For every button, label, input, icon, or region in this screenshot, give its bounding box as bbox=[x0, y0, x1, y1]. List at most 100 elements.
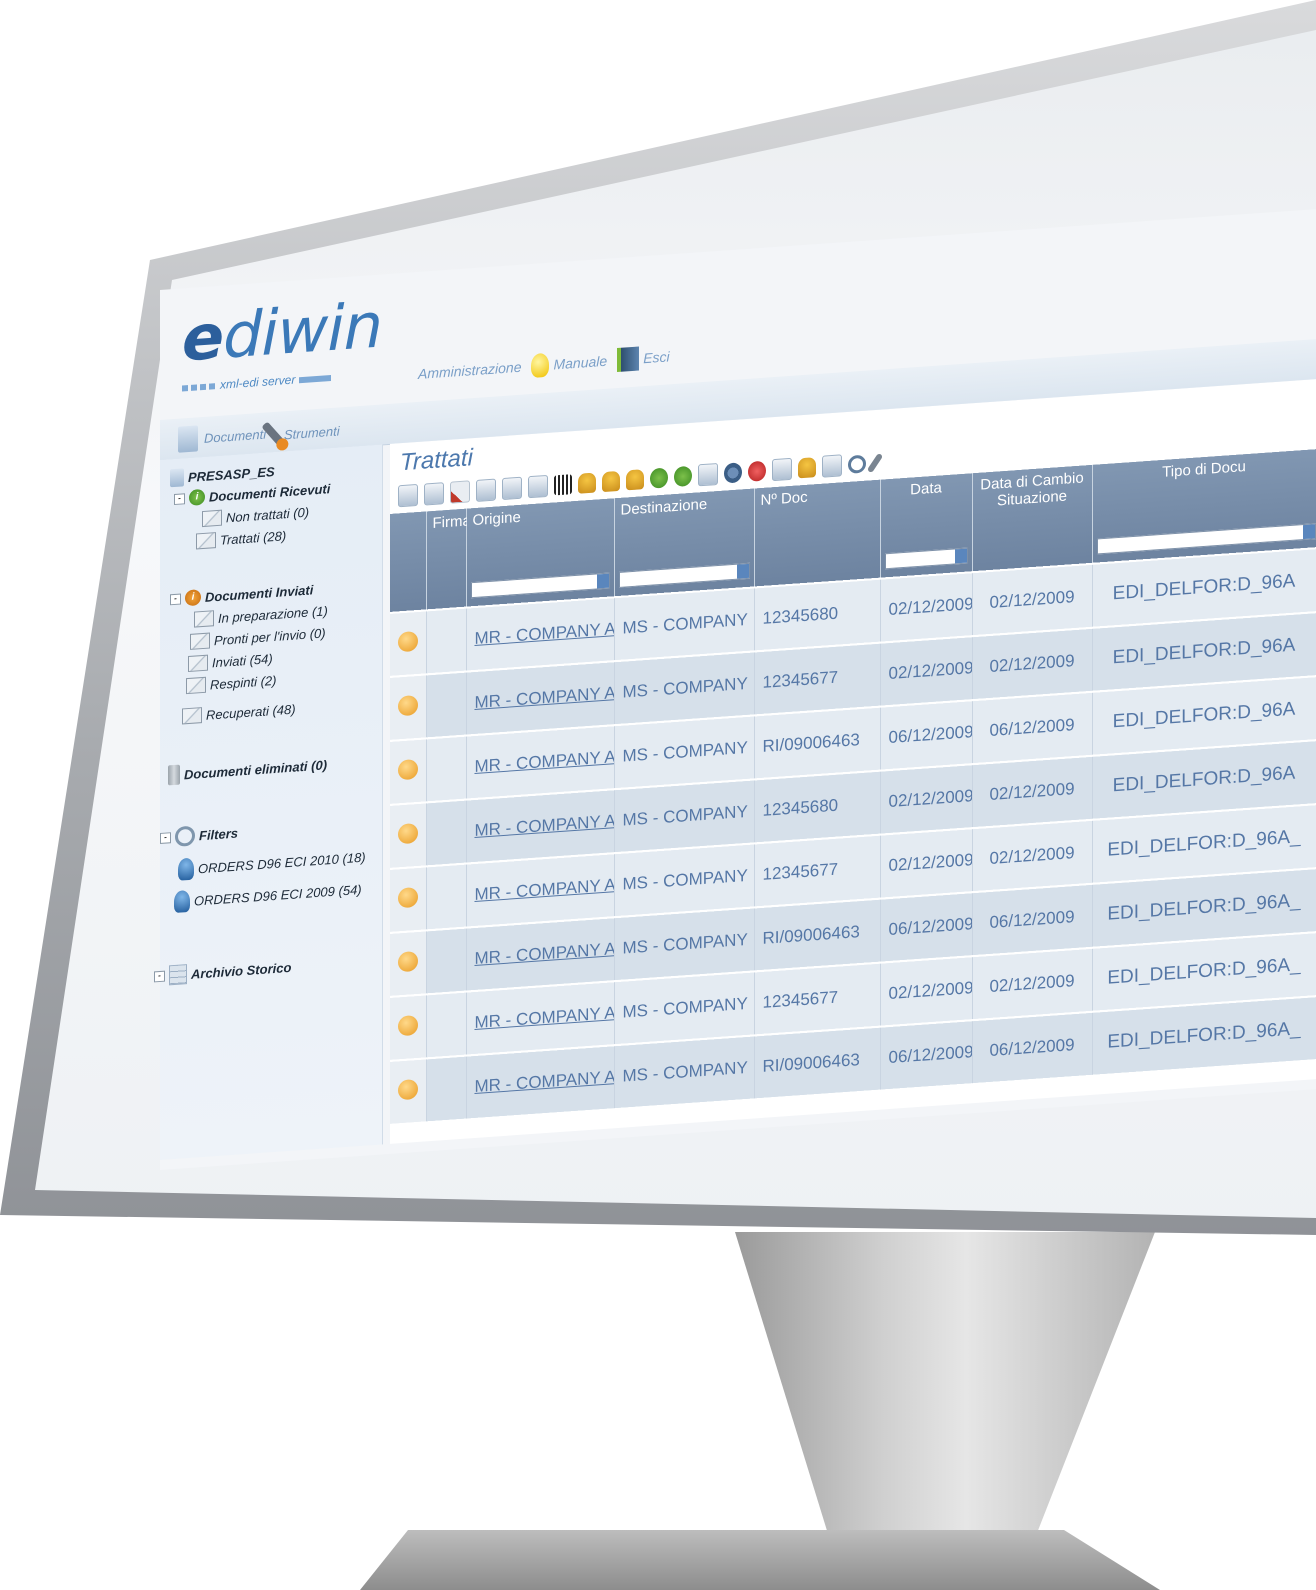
column-header-ndoc[interactable]: Nº Doc bbox=[754, 479, 880, 588]
info-icon: i bbox=[189, 488, 205, 506]
origine-cell[interactable]: MR - COMPANY A bbox=[466, 981, 614, 1056]
destinazione-cell: MS - COMPANY bbox=[614, 907, 754, 982]
destinazione-cell: MS - COMPANY bbox=[614, 779, 754, 854]
export-icon[interactable] bbox=[698, 462, 718, 487]
settings-gear-icon[interactable] bbox=[724, 462, 742, 484]
column-header-data-cambio[interactable]: Data di Cambio Situazione bbox=[972, 464, 1092, 573]
status-dot-icon[interactable] bbox=[398, 822, 418, 844]
status-dot-icon[interactable] bbox=[398, 950, 418, 972]
edit-icon[interactable] bbox=[450, 480, 470, 504]
wrench-icon[interactable] bbox=[866, 452, 884, 474]
tree-deleted[interactable]: Documenti eliminati (0) bbox=[168, 754, 327, 786]
column-header-data[interactable]: Data bbox=[880, 473, 972, 579]
status-dot-icon[interactable] bbox=[398, 1014, 418, 1036]
column-header-tipo[interactable]: Tipo di Docu bbox=[1092, 449, 1316, 564]
column-header-status bbox=[390, 511, 426, 613]
bulb-icon bbox=[531, 352, 550, 379]
exit-door-icon bbox=[617, 346, 640, 373]
data-cell: 02/12/2009 bbox=[880, 956, 972, 1027]
tree-archive[interactable]: - Archivio Storico bbox=[154, 957, 291, 987]
window-icon[interactable] bbox=[772, 457, 792, 482]
ediwin-app: ediwin xml-edi server Amministrazione Ma… bbox=[154, 209, 1316, 1170]
origine-cell[interactable]: MR - COMPANY A bbox=[466, 597, 614, 672]
data-cell: 06/12/2009 bbox=[880, 700, 972, 771]
new-document-icon[interactable] bbox=[398, 483, 418, 508]
firma-cell bbox=[426, 799, 466, 867]
tree-item-pronti[interactable]: Pronti per l'invio (0) bbox=[190, 624, 326, 650]
destinazione-filter-dropdown[interactable] bbox=[618, 562, 750, 588]
magnifier-icon[interactable] bbox=[848, 454, 866, 474]
status-dot-icon[interactable] bbox=[398, 758, 418, 780]
column-header-firma[interactable]: Firma bbox=[426, 508, 471, 611]
attach-document-icon[interactable] bbox=[424, 482, 444, 506]
menu-exit[interactable]: Esci bbox=[617, 344, 670, 373]
tree-item-in-preparazione[interactable]: In preparazione (1) bbox=[194, 602, 328, 628]
origine-cell[interactable]: MR - COMPANY A bbox=[466, 789, 614, 864]
refresh-icon[interactable] bbox=[674, 465, 692, 488]
status-cell bbox=[390, 866, 426, 933]
ndoc-cell: 12345677 bbox=[754, 642, 880, 716]
origine-cell[interactable]: MR - COMPANY A bbox=[466, 725, 614, 800]
origine-cell[interactable]: MR - COMPANY A bbox=[466, 853, 614, 928]
destinazione-cell: MS - COMPANY bbox=[614, 843, 754, 918]
destinazione-cell: MS - COMPANY bbox=[614, 1035, 754, 1109]
status-dot-icon[interactable] bbox=[398, 694, 418, 716]
origine-filter-dropdown[interactable] bbox=[470, 572, 610, 599]
origine-cell[interactable]: MR - COMPANY A bbox=[466, 661, 614, 736]
person-icon bbox=[174, 889, 190, 914]
document-icon bbox=[170, 468, 184, 488]
tree-item-non-trattati[interactable]: Non trattati (0) bbox=[202, 504, 309, 528]
envelope-icon bbox=[194, 610, 214, 628]
tree-item-trattati[interactable]: Trattati (28) bbox=[196, 527, 286, 550]
tab-documents[interactable]: Documenti bbox=[178, 421, 266, 453]
status-dot-icon[interactable] bbox=[398, 886, 418, 908]
tree-root[interactable]: PRESASP_ES bbox=[170, 462, 275, 488]
column-header-destinazione[interactable]: Destinazione bbox=[614, 488, 754, 598]
barcode-icon[interactable] bbox=[554, 474, 572, 496]
data-filter-dropdown[interactable] bbox=[884, 547, 968, 570]
remove-icon[interactable] bbox=[748, 460, 766, 482]
data-cambio-cell: 06/12/2009 bbox=[972, 1011, 1092, 1084]
print-icon[interactable] bbox=[528, 474, 548, 499]
document-icon bbox=[178, 425, 198, 453]
user-icon[interactable] bbox=[578, 472, 596, 494]
destinazione-cell: MS - COMPANY bbox=[614, 651, 754, 726]
tree-item-filter-2009[interactable]: ORDERS D96 ECI 2009 (54) bbox=[174, 878, 362, 914]
tree-filters[interactable]: - Filters bbox=[160, 823, 238, 848]
user-add-icon[interactable] bbox=[626, 469, 644, 491]
tree-item-filter-2010[interactable]: ORDERS D96 ECI 2010 (18) bbox=[178, 846, 366, 881]
tab-tools[interactable]: Strumenti bbox=[261, 415, 340, 450]
status-cell bbox=[390, 738, 426, 805]
origine-cell[interactable]: MR - COMPANY A bbox=[466, 917, 614, 992]
menu-manual[interactable]: Manuale bbox=[531, 349, 607, 379]
find-icon[interactable] bbox=[822, 454, 842, 478]
search-document-icon[interactable] bbox=[798, 457, 816, 479]
data-cambio-cell: 02/12/2009 bbox=[972, 947, 1092, 1021]
origine-cell[interactable]: MR - COMPANY A bbox=[466, 1045, 614, 1119]
tree-item-recuperati[interactable]: Recuperati (48) bbox=[182, 701, 296, 725]
tree-item-label: Pronti per l'invio (0) bbox=[214, 624, 326, 648]
destinazione-cell: MS - COMPANY bbox=[614, 715, 754, 790]
logo: ediwin xml-edi server bbox=[182, 288, 382, 412]
delete-document-icon[interactable] bbox=[476, 478, 496, 502]
user-alert-icon[interactable] bbox=[602, 470, 620, 493]
data-cell: 02/12/2009 bbox=[880, 828, 972, 899]
forward-icon[interactable] bbox=[650, 467, 668, 489]
status-dot-icon[interactable] bbox=[398, 630, 418, 652]
column-header-origine[interactable]: Origine bbox=[466, 498, 614, 608]
column-header-label: Destinazione bbox=[620, 495, 708, 519]
tree-filters-label: Filters bbox=[199, 825, 239, 843]
preview-icon[interactable] bbox=[502, 476, 522, 501]
tree-item-respinti[interactable]: Respinti (2) bbox=[186, 672, 276, 695]
status-dot-icon[interactable] bbox=[398, 1078, 418, 1100]
destinazione-cell: MS - COMPANY bbox=[614, 587, 754, 662]
envelope-icon bbox=[202, 509, 222, 528]
ndoc-cell: RI/09006463 bbox=[754, 898, 880, 972]
envelope-icon bbox=[186, 676, 206, 695]
tipo-filter-input[interactable] bbox=[1096, 523, 1316, 555]
tree-sent[interactable]: - i Documenti Inviati bbox=[170, 581, 313, 607]
data-cell: 02/12/2009 bbox=[880, 572, 972, 643]
firma-cell bbox=[426, 991, 466, 1059]
menu-administration[interactable]: Amministrazione bbox=[418, 359, 521, 382]
tree-item-inviati[interactable]: Inviati (54) bbox=[188, 650, 273, 673]
